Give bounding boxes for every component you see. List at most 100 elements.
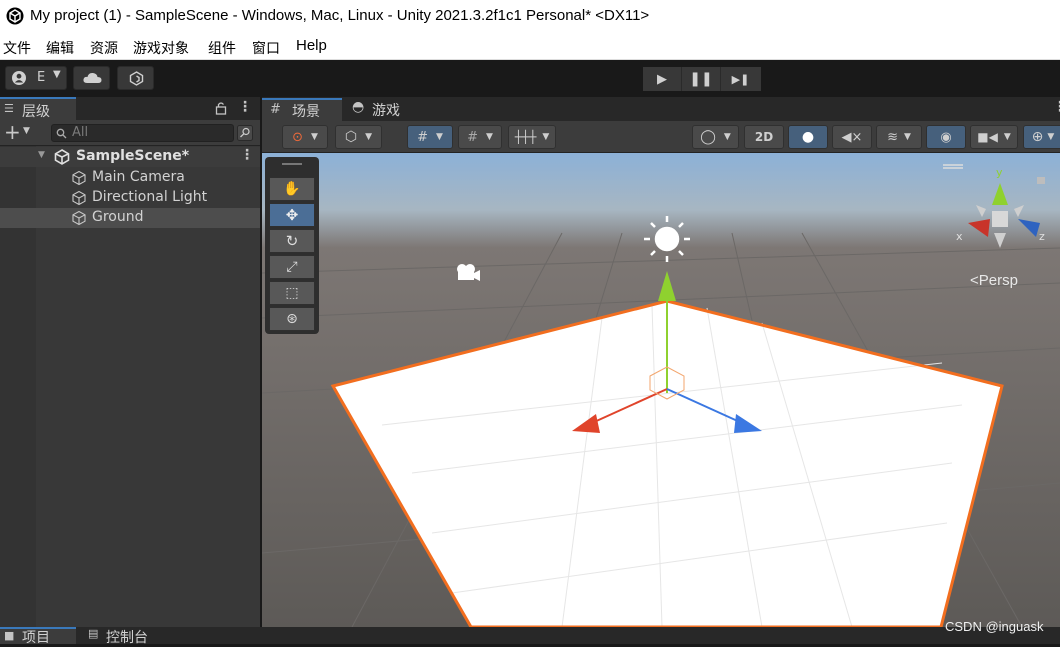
scene-name: SampleScene*: [76, 148, 190, 164]
more-options-icon[interactable]: ⋮: [1053, 99, 1060, 115]
menu-bar: 文件 编辑 资源 游戏对象 组件 窗口 Help: [0, 33, 1060, 60]
transform-tools-panel: ✋ ✥ ↻ ⤢ ⬚ ⊛: [265, 157, 319, 334]
rotate-icon: ↻: [285, 232, 299, 250]
grid-snap-dropdown[interactable]: # ▼: [407, 125, 453, 149]
search-icon: [56, 128, 67, 139]
tree-row-scene[interactable]: ▼ SampleScene* ⋮: [0, 147, 260, 167]
more-options-icon[interactable]: ⋮: [238, 99, 252, 115]
add-icon[interactable]: +: [4, 120, 21, 144]
menu-help[interactable]: Help: [296, 37, 327, 54]
title-bar: My project (1) - SampleScene - Windows, …: [0, 0, 1060, 33]
tree-row-ground[interactable]: Ground: [0, 208, 260, 228]
ruler-icon: ┼┼┼: [514, 130, 537, 144]
gizmo-globe-icon: ⊕: [1031, 129, 1044, 145]
scene-search-icon[interactable]: [237, 125, 253, 141]
eye-hidden-icon: ◉: [940, 129, 952, 145]
tab-console[interactable]: ▤ 控制台: [84, 627, 164, 646]
collab-button[interactable]: [117, 66, 154, 90]
tab-hierarchy[interactable]: ☰ 层级: [0, 97, 76, 120]
pause-icon: ❚❚: [689, 71, 713, 87]
projection-text: Persp: [978, 272, 1018, 289]
list-icon: ☰: [4, 102, 14, 115]
gizmos-dropdown[interactable]: ⊕ ▼: [1023, 125, 1060, 149]
gizmo-label-z: z: [1039, 230, 1045, 243]
more-options-icon[interactable]: ⋮: [240, 147, 254, 163]
lock-icon[interactable]: [215, 101, 227, 115]
transform-icon: ⊛: [286, 311, 298, 327]
folder-icon: ■: [4, 629, 15, 642]
grid-y-icon: #: [417, 129, 428, 145]
menu-assets[interactable]: 资源: [90, 38, 118, 58]
scene-canvas: y x z: [262, 153, 1060, 627]
menu-window[interactable]: 窗口: [252, 38, 280, 58]
scene-visibility-toggle[interactable]: ◉: [926, 125, 966, 149]
bottom-tab-row: ■ 项目 ▤ 控制台: [0, 627, 1060, 646]
unity-logo-icon: [6, 7, 24, 25]
account-dropdown[interactable]: E ▼: [5, 66, 67, 90]
gameobject-cube-icon: [72, 170, 86, 186]
pause-button[interactable]: ❚❚: [682, 67, 721, 91]
camera-dropdown[interactable]: ■◀ ▼: [970, 125, 1018, 149]
collab-icon: [129, 71, 144, 86]
drag-handle-icon[interactable]: [282, 163, 302, 165]
global-local-dropdown[interactable]: ⬡ ▼: [335, 125, 382, 149]
lighting-toggle[interactable]: ●: [788, 125, 828, 149]
gameobject-cube-icon: [72, 190, 86, 206]
tab-project[interactable]: ■ 项目: [0, 627, 76, 646]
draw-mode-dropdown[interactable]: ⊙ ▼: [282, 125, 328, 149]
expand-arrow-icon[interactable]: ▼: [38, 150, 45, 160]
chevron-down-icon[interactable]: ▼: [23, 126, 30, 136]
account-icon: [12, 71, 26, 85]
chevron-down-icon: ▼: [53, 69, 61, 80]
gizmo-label-y: y: [996, 166, 1003, 179]
camera-icon: ■◀: [977, 130, 998, 144]
tree-row-main-camera[interactable]: Main Camera: [0, 168, 260, 188]
snap-increment-dropdown[interactable]: # ▼: [458, 125, 502, 149]
magnet-grid-icon: #: [467, 129, 478, 145]
play-icon: ▶: [657, 71, 667, 87]
chevron-down-icon: ▼: [1047, 132, 1055, 142]
shading-mode-dropdown[interactable]: ◯ ▼: [692, 125, 739, 149]
gizmo-center-cube[interactable]: [992, 211, 1008, 227]
tree-row-directional-light[interactable]: Directional Light: [0, 188, 260, 208]
rotate-tool-button[interactable]: ↻: [269, 229, 315, 253]
tree-item-label: Ground: [92, 209, 144, 225]
projection-label[interactable]: <Persp: [970, 272, 1018, 289]
transform-tool-button[interactable]: ⊛: [269, 307, 315, 331]
increment-snap-dropdown[interactable]: ┼┼┼ ▼: [508, 125, 556, 149]
move-tool-button[interactable]: ✥: [269, 203, 315, 227]
audio-toggle[interactable]: ◀×: [832, 125, 872, 149]
tab-project-label: 项目: [22, 630, 50, 646]
tree-item-label: Directional Light: [92, 189, 208, 205]
menu-edit[interactable]: 编辑: [46, 38, 74, 58]
toggle-2d-button[interactable]: 2D: [744, 125, 784, 149]
menu-component[interactable]: 组件: [208, 38, 236, 58]
window-title: My project (1) - SampleScene - Windows, …: [30, 7, 650, 24]
scene-viewport[interactable]: y x z: [262, 153, 1060, 627]
step-button[interactable]: ▶❚: [721, 67, 760, 91]
gizmo-label-x: x: [956, 230, 963, 243]
play-button[interactable]: ▶: [643, 67, 682, 91]
tab-scene[interactable]: # 场景: [262, 98, 342, 121]
chevron-down-icon: ▼: [1003, 132, 1011, 142]
scale-tool-button[interactable]: ⤢: [269, 255, 315, 279]
menu-gameobject[interactable]: 游戏对象: [133, 38, 189, 58]
step-icon: ▶❚: [731, 72, 750, 86]
hierarchy-panel: ☰ 层级 ⋮ + ▼ All ▼ SampleScene* ⋮ Main Cam…: [0, 97, 260, 627]
hierarchy-tab-label: 层级: [22, 104, 50, 120]
tree-item-label: Main Camera: [92, 169, 185, 185]
menu-file[interactable]: 文件: [3, 38, 31, 58]
gizmo-lock-icon[interactable]: [1037, 177, 1045, 184]
tab-game[interactable]: ◓ 游戏: [344, 98, 420, 121]
tab-scene-label: 场景: [292, 104, 320, 120]
main-toolbar: E ▼ ▶ ❚❚ ▶❚: [0, 60, 1060, 97]
hierarchy-search-row: + ▼ All: [0, 120, 260, 146]
pivot-icon: ⊙: [292, 129, 303, 145]
effects-dropdown[interactable]: ≋ ▼: [876, 125, 922, 149]
hand-tool-button[interactable]: ✋: [269, 177, 315, 201]
rect-tool-button[interactable]: ⬚: [269, 281, 315, 305]
cloud-button[interactable]: [73, 66, 110, 90]
hierarchy-search-input[interactable]: All: [51, 124, 234, 142]
play-controls: ▶ ❚❚ ▶❚: [643, 67, 761, 91]
chevron-down-icon: ▼: [485, 132, 493, 142]
